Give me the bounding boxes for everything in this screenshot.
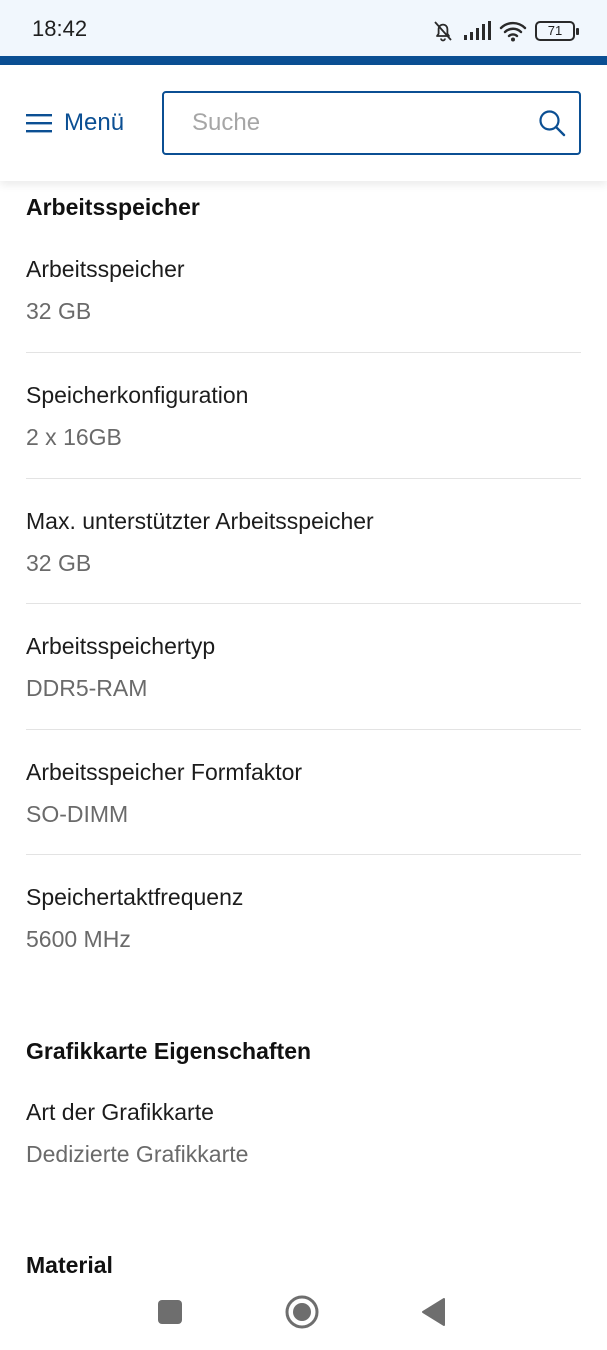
spec-label: Speicherkonfiguration bbox=[26, 382, 249, 408]
spec-value: 32 GB bbox=[26, 550, 92, 576]
hamburger-icon bbox=[26, 114, 52, 133]
divider bbox=[26, 603, 581, 604]
spec-item: Arbeitsspeicher Formfaktor SO-DIMM bbox=[26, 759, 581, 828]
signal-icon bbox=[464, 21, 491, 40]
section-title-graphics: Grafikkarte Eigenschaften bbox=[26, 1038, 312, 1064]
site-header: Menü bbox=[0, 65, 607, 181]
wifi-icon bbox=[499, 21, 527, 42]
status-icons: 71 bbox=[431, 18, 579, 44]
brand-bar bbox=[0, 56, 607, 65]
spec-label: Arbeitsspeicher bbox=[26, 256, 185, 282]
divider bbox=[26, 854, 581, 855]
battery-level: 71 bbox=[547, 23, 563, 38]
section-title-memory: Arbeitsspeicher bbox=[26, 194, 200, 220]
section-title-material: Material bbox=[26, 1252, 113, 1276]
spec-item: Speicherkonfiguration 2 x 16GB bbox=[26, 382, 581, 451]
spec-label: Art der Grafikkarte bbox=[26, 1099, 214, 1125]
status-bar: 18:42 71 bbox=[0, 0, 607, 56]
search-input[interactable] bbox=[190, 108, 537, 138]
spec-item: Max. unterstützter Arbeitsspeicher 32 GB bbox=[26, 508, 581, 577]
spec-value: SO-DIMM bbox=[26, 801, 129, 827]
spec-label: Speichertaktfrequenz bbox=[26, 884, 244, 910]
spec-label: Arbeitsspeichertyp bbox=[26, 633, 216, 659]
bell-off-icon bbox=[434, 21, 452, 42]
spec-content: Arbeitsspeicher Arbeitsspeicher 32 GB Sp… bbox=[0, 181, 607, 1276]
recent-apps-icon[interactable] bbox=[158, 1300, 182, 1324]
search-box[interactable] bbox=[162, 91, 581, 155]
spec-value: Dedizierte Grafikkarte bbox=[26, 1141, 249, 1167]
spec-item: Art der Grafikkarte Dedizierte Grafikkar… bbox=[26, 1099, 581, 1168]
spec-item: Arbeitsspeicher 32 GB bbox=[26, 256, 581, 325]
spec-value: DDR5-RAM bbox=[26, 675, 148, 701]
menu-button[interactable]: Menü bbox=[26, 101, 124, 145]
divider bbox=[26, 478, 581, 479]
spec-value: 32 GB bbox=[26, 298, 92, 324]
status-time: 18:42 bbox=[32, 16, 88, 41]
spec-value: 5600 MHz bbox=[26, 926, 131, 952]
divider bbox=[26, 729, 581, 730]
spec-label: Arbeitsspeicher Formfaktor bbox=[26, 759, 303, 785]
system-nav-bar bbox=[0, 1276, 607, 1350]
search-icon[interactable] bbox=[537, 108, 567, 138]
spec-item: Arbeitsspeichertyp DDR5-RAM bbox=[26, 633, 581, 702]
spec-item: Speichertaktfrequenz 5600 MHz bbox=[26, 884, 581, 953]
spec-label: Max. unterstützter Arbeitsspeicher bbox=[26, 508, 374, 534]
menu-label: Menü bbox=[64, 109, 125, 136]
spec-value: 2 x 16GB bbox=[26, 424, 122, 450]
divider bbox=[26, 352, 581, 353]
back-icon[interactable] bbox=[420, 1297, 446, 1327]
home-icon[interactable] bbox=[284, 1294, 320, 1330]
battery-icon: 71 bbox=[535, 21, 579, 41]
